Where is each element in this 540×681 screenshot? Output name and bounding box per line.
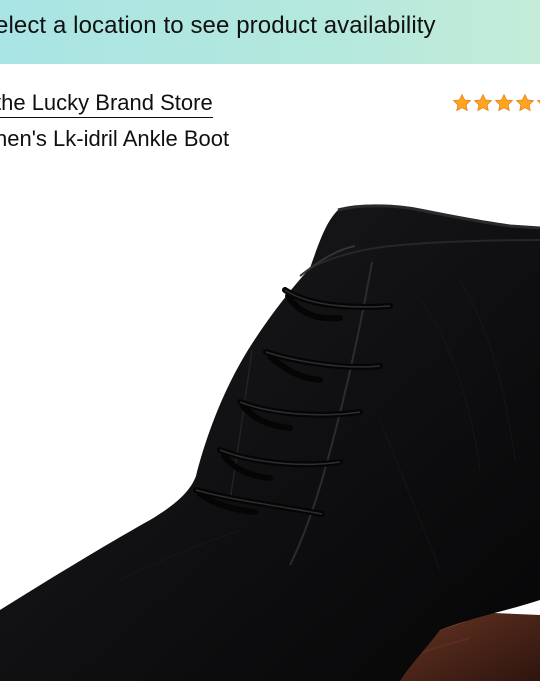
- location-banner-text[interactable]: elect a location to see product availabi…: [0, 12, 436, 40]
- product-page: elect a location to see product availabi…: [0, 0, 540, 681]
- star-icon: [536, 100, 540, 104]
- star-icon: [494, 93, 514, 112]
- boot-image: [0, 204, 540, 681]
- product-image[interactable]: [0, 168, 540, 681]
- product-title: nen's Lk-idril Ankle Boot: [0, 126, 230, 151]
- star-rating[interactable]: [452, 89, 540, 119]
- boot-body: [0, 205, 540, 681]
- store-link[interactable]: the Lucky Brand Store: [0, 90, 213, 118]
- star-icon: [515, 93, 535, 112]
- location-banner[interactable]: elect a location to see product availabi…: [0, 0, 540, 64]
- star-icon: [473, 93, 493, 112]
- star-icon: [452, 93, 472, 112]
